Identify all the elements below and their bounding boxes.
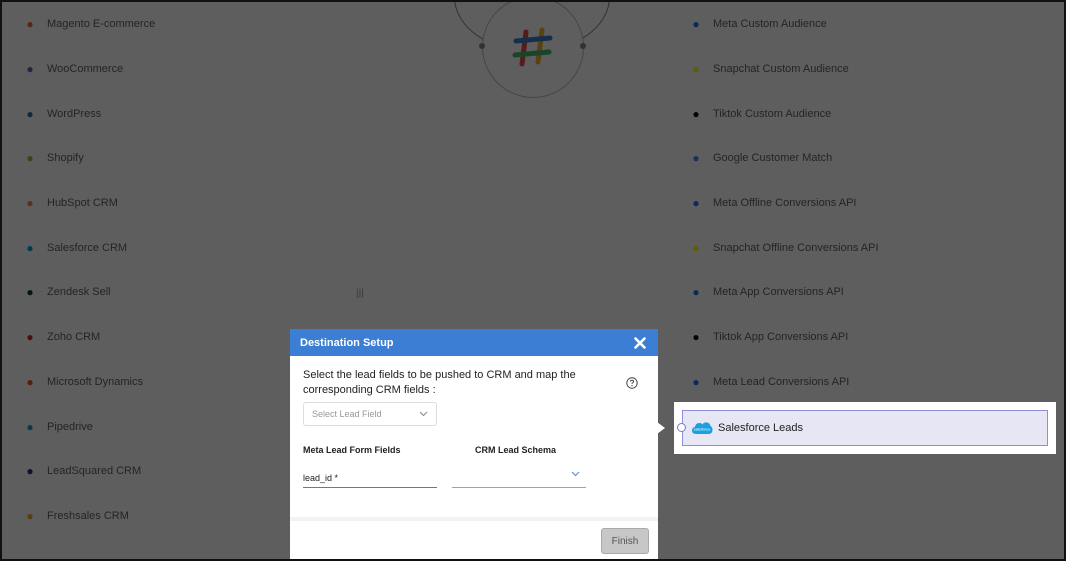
- lead-id-field: lead_id *: [303, 468, 437, 488]
- app-frame: ●Magento E-commerce●WooCommerce●WordPres…: [0, 0, 1066, 561]
- crm-lead-schema-label: CRM Lead Schema: [475, 445, 557, 455]
- meta-lead-form-fields-label: Meta Lead Form Fields: [303, 445, 401, 455]
- crm-field-select[interactable]: [452, 468, 586, 488]
- select-lead-field-placeholder: Select Lead Field: [312, 409, 382, 419]
- select-lead-field-dropdown[interactable]: Select Lead Field: [303, 402, 437, 426]
- destination-highlight-panel: salesforce Salesforce Leads: [674, 402, 1056, 454]
- finish-button[interactable]: Finish: [601, 528, 649, 554]
- close-icon: [634, 336, 646, 349]
- modal-body: Select the lead fields to be pushed to C…: [290, 356, 658, 488]
- chevron-down-icon: [571, 471, 580, 477]
- destination-pointer: [657, 422, 665, 434]
- modal-footer: Finish: [290, 517, 658, 559]
- salesforce-icon: salesforce: [692, 422, 713, 434]
- destination-setup-modal: Destination Setup Select the lead fields…: [290, 329, 658, 559]
- modal-title: Destination Setup: [300, 336, 394, 349]
- chevron-down-icon: [419, 411, 428, 417]
- instruction-text: Select the lead fields to be pushed to C…: [303, 369, 576, 396]
- connector-port[interactable]: [677, 423, 686, 432]
- help-icon[interactable]: [626, 377, 638, 389]
- mapping-row: lead_id *: [303, 468, 645, 488]
- destination-label: Salesforce Leads: [718, 422, 803, 434]
- salesforce-leads-node[interactable]: salesforce Salesforce Leads: [677, 410, 1048, 446]
- modal-header: Destination Setup: [290, 329, 658, 356]
- close-button[interactable]: [632, 335, 648, 351]
- salesforce-logo-text: salesforce: [694, 428, 710, 432]
